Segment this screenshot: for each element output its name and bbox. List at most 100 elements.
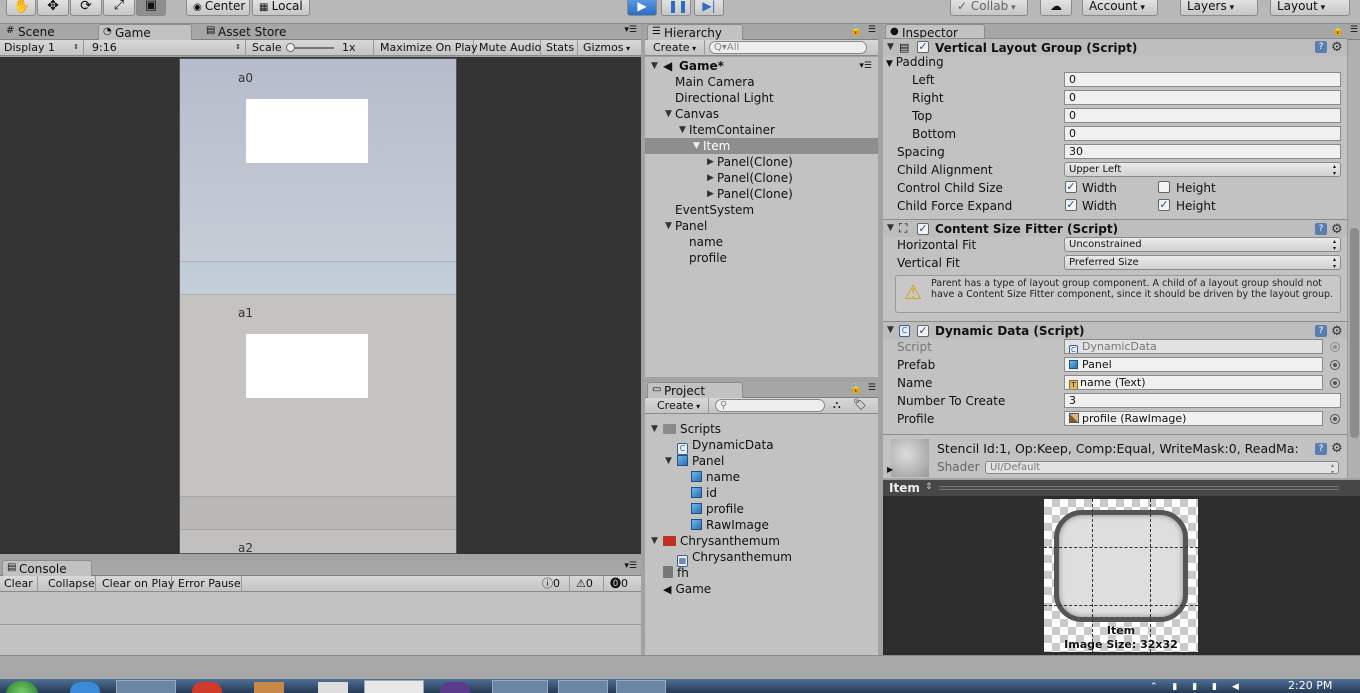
gizmos-dropdown[interactable]: Gizmos ▾ xyxy=(579,40,641,56)
prefab-field[interactable]: Panel xyxy=(1064,357,1323,372)
collapsed-triangle-icon[interactable]: ▶ xyxy=(707,170,717,186)
log-filter-toggle[interactable]: ⓘ0 xyxy=(538,576,570,592)
hierarchy-item[interactable]: profile xyxy=(689,250,727,266)
scene-row[interactable]: ▼ ◀ Game* ▾☰ xyxy=(645,58,878,74)
error-filter-toggle[interactable]: ⓿0 xyxy=(606,576,638,592)
create-dropdown[interactable]: Create ▾ xyxy=(653,398,709,414)
lock-icon[interactable]: 🔒 xyxy=(1332,25,1344,36)
hierarchy-item[interactable]: ▼ Canvas xyxy=(665,106,719,122)
project-item[interactable]: ◀ Game xyxy=(663,581,711,597)
cloud-button[interactable]: ☁ xyxy=(1040,0,1072,16)
inspector-scrollbar[interactable] xyxy=(1347,40,1360,478)
gear-icon[interactable]: ⚙ xyxy=(1331,442,1343,455)
help-icon[interactable]: ? xyxy=(1315,325,1327,337)
scrollbar-thumb[interactable] xyxy=(1350,228,1359,438)
gear-icon[interactable]: ⚙ xyxy=(1331,223,1343,236)
hierarchy-item[interactable]: Main Camera xyxy=(675,74,755,90)
project-item[interactable]: ▦ Chrysanthemum xyxy=(677,549,792,567)
notepad-taskbar-icon[interactable] xyxy=(558,680,608,693)
pivot-center-button[interactable]: ◉ Center xyxy=(186,0,250,16)
vlg-enabled-checkbox[interactable]: ✓ xyxy=(917,41,929,53)
hierarchy-item[interactable]: ▼ Panel xyxy=(665,218,707,234)
rotate-tool-button[interactable]: ⟳ xyxy=(70,0,102,16)
tab-asset-store[interactable]: ▤ Asset Store xyxy=(202,24,312,40)
panel-menu-icon[interactable]: ☰ xyxy=(1350,25,1358,35)
scale-tool-button[interactable]: ⤢ xyxy=(103,0,135,16)
project-item[interactable]: fh xyxy=(663,565,689,581)
child-alignment-dropdown[interactable]: Upper Left xyxy=(1064,162,1341,177)
padding-top-field[interactable]: 0 xyxy=(1064,108,1341,123)
chrome-taskbar-icon[interactable] xyxy=(192,682,222,693)
start-button[interactable] xyxy=(6,681,38,693)
collapsed-triangle-icon[interactable]: ▶ xyxy=(707,154,717,170)
preview-header[interactable]: Item ⇕ xyxy=(883,480,1360,496)
hierarchy-item[interactable]: Directional Light xyxy=(675,90,774,106)
dynamic-data-enabled-checkbox[interactable]: ✓ xyxy=(917,325,929,337)
project-item[interactable]: ▼ Chrysanthemum xyxy=(651,533,780,549)
hierarchy-item[interactable]: name xyxy=(689,234,723,250)
object-picker-icon[interactable] xyxy=(1330,360,1340,370)
tab-hierarchy[interactable]: ☰ Hierarchy xyxy=(647,24,743,40)
control-height-checkbox[interactable] xyxy=(1158,181,1170,193)
console-log-area[interactable] xyxy=(0,592,641,655)
expand-triangle-icon[interactable]: ▼ xyxy=(651,421,661,437)
help-icon[interactable]: ? xyxy=(1315,41,1327,53)
expand-triangle-icon[interactable]: ▼ xyxy=(693,138,703,154)
play-button[interactable]: ▶ xyxy=(627,0,657,16)
expand-height-checkbox[interactable]: ✓ xyxy=(1158,199,1170,211)
hierarchy-item-selected[interactable]: ▼ Item xyxy=(645,138,878,154)
filter-by-label-icon[interactable]: 🏷 xyxy=(853,398,867,411)
hierarchy-item[interactable]: ▼ ItemContainer xyxy=(679,122,775,138)
pivot-local-button[interactable]: ▦ Local xyxy=(252,0,310,16)
project-item[interactable]: ▼ Scripts xyxy=(651,421,721,437)
display-dropdown[interactable]: Display 1 ⇕ xyxy=(0,40,84,56)
expand-triangle-icon[interactable]: ▼ xyxy=(665,453,675,469)
csf-component-header[interactable]: ▼ ⛶ ✓ Content Size Fitter (Script) ? ⚙ xyxy=(883,219,1347,237)
collapsed-triangle-icon[interactable]: ▶ xyxy=(707,186,717,202)
warning-filter-toggle[interactable]: ⚠0 xyxy=(572,576,604,592)
help-icon[interactable]: ? xyxy=(1315,223,1327,235)
stats-toggle[interactable]: Stats xyxy=(542,40,578,56)
error-pause-toggle[interactable]: Error Pause xyxy=(174,576,242,592)
pause-button[interactable]: ❚❚ xyxy=(661,0,691,16)
expand-triangle-icon[interactable]: ▼ xyxy=(887,42,897,52)
collapse-toggle[interactable]: Collapse xyxy=(44,576,96,592)
number-to-create-field[interactable]: 3 xyxy=(1064,393,1341,408)
hierarchy-item[interactable]: ▶ Panel(Clone) xyxy=(707,186,793,202)
explorer-taskbar-icon[interactable] xyxy=(116,680,176,693)
clear-button[interactable]: Clear xyxy=(0,576,38,592)
padding-left-field[interactable]: 0 xyxy=(1064,72,1341,87)
profile-field[interactable]: profile (RawImage) xyxy=(1064,411,1323,426)
scale-slider-thumb[interactable] xyxy=(286,43,295,52)
mute-audio-toggle[interactable]: Mute Audio xyxy=(475,40,541,56)
hierarchy-item[interactable]: ▶ Panel(Clone) xyxy=(707,154,793,170)
panel-menu-icon[interactable]: ☰ xyxy=(868,383,876,393)
vertical-fit-dropdown[interactable]: Preferred Size xyxy=(1064,255,1341,270)
gear-icon[interactable]: ⚙ xyxy=(1331,325,1343,338)
project-item[interactable]: ▼ Panel xyxy=(665,453,724,469)
padding-foldout[interactable]: ▼ Padding xyxy=(886,54,944,72)
horizontal-fit-dropdown[interactable]: Unconstrained xyxy=(1064,237,1341,252)
game-view[interactable]: a0 a1 a2 xyxy=(0,57,641,554)
tab-game[interactable]: ◔ Game xyxy=(98,24,192,40)
hand-tool-button[interactable]: ✋ xyxy=(6,0,36,16)
collapsed-triangle-icon[interactable]: ▶ xyxy=(887,465,893,474)
dynamic-data-component-header[interactable]: ▼ C ✓ Dynamic Data (Script) ? ⚙ xyxy=(883,321,1347,339)
project-search-input[interactable]: ⚲ xyxy=(715,399,825,412)
panel-menu-icon[interactable]: ▾☰ xyxy=(859,58,872,74)
name-field[interactable]: Tname (Text) xyxy=(1064,375,1323,390)
control-width-checkbox[interactable]: ✓ xyxy=(1065,181,1077,193)
hierarchy-search-input[interactable]: Q▾All xyxy=(709,41,867,54)
panel-menu-icon[interactable]: ☰ xyxy=(868,25,876,35)
tab-console[interactable]: ▤ Console xyxy=(2,560,92,576)
spacing-field[interactable]: 30 xyxy=(1064,144,1341,159)
filter-by-type-icon[interactable]: ⛬ xyxy=(833,398,841,412)
aspect-dropdown[interactable]: 9:16 ⇕ xyxy=(88,40,246,56)
clear-on-play-toggle[interactable]: Clear on Play xyxy=(98,576,174,592)
expand-triangle-icon[interactable]: ▼ xyxy=(887,223,897,233)
project-item[interactable]: id xyxy=(691,485,717,501)
gear-icon[interactable]: ⚙ xyxy=(1331,41,1343,54)
account-dropdown[interactable]: Account xyxy=(1082,0,1158,16)
tab-scene[interactable]: # Scene xyxy=(2,24,82,40)
resize-grip[interactable] xyxy=(939,486,1339,490)
